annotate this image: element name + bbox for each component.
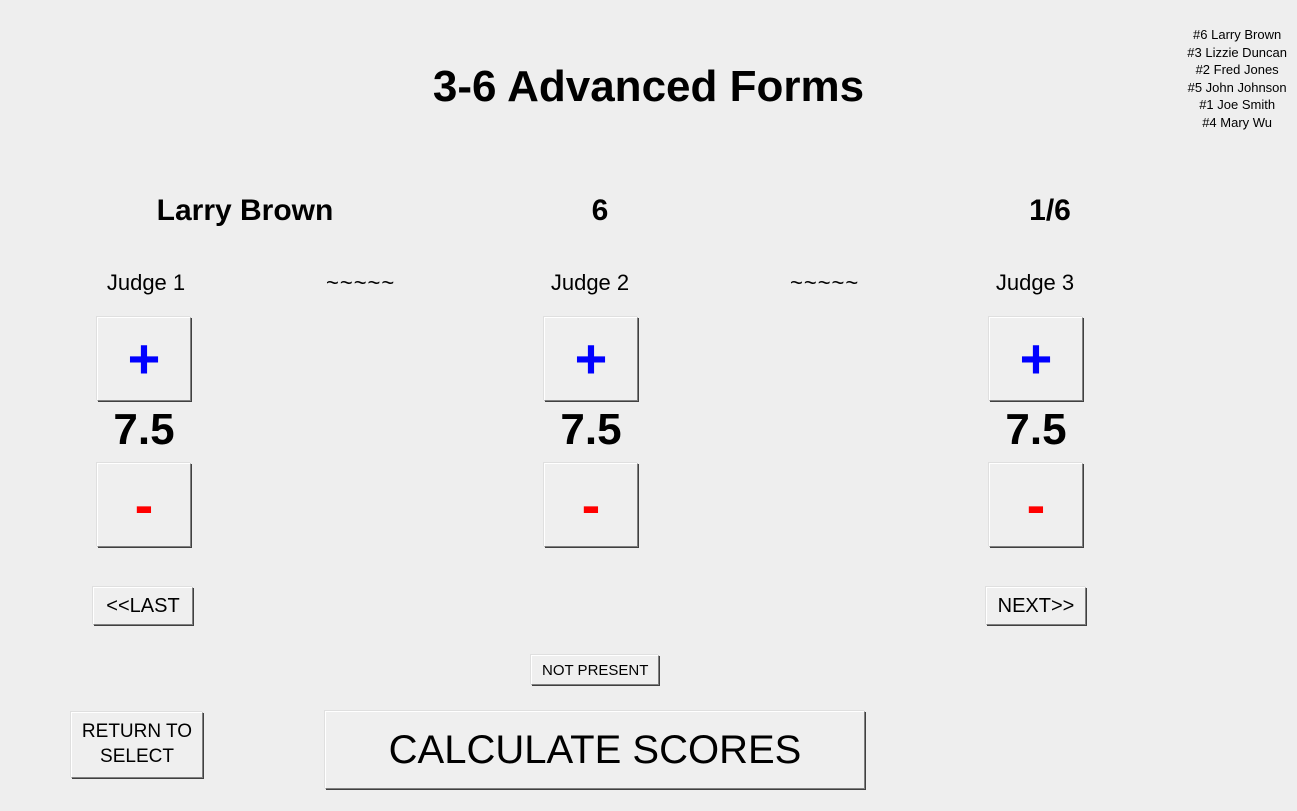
judge1-score: 7.5 [97, 401, 191, 463]
judge1-stepper: + 7.5 - [97, 317, 191, 547]
judge3-score: 7.5 [989, 401, 1083, 463]
not-present-button[interactable]: NOT PRESENT [531, 655, 659, 685]
last-button[interactable]: <<LAST [93, 587, 193, 625]
competitor-name: Larry Brown [90, 194, 400, 228]
roster-list: #6 Larry Brown #3 Lizzie Duncan #2 Fred … [1187, 26, 1287, 131]
judge2-stepper: + 7.5 - [544, 317, 638, 547]
competitor-position: 1/6 [970, 194, 1130, 228]
roster-item: #3 Lizzie Duncan [1187, 44, 1287, 62]
judge3-stepper: + 7.5 - [989, 317, 1083, 547]
calculate-scores-button[interactable]: CALCULATE SCORES [325, 711, 865, 789]
roster-item: #6 Larry Brown [1187, 26, 1287, 44]
next-button[interactable]: NEXT>> [986, 587, 1086, 625]
roster-item: #1 Joe Smith [1187, 96, 1287, 114]
competitor-number: 6 [540, 194, 660, 228]
judge3-minus-button[interactable]: - [989, 463, 1083, 547]
judge2-minus-button[interactable]: - [544, 463, 638, 547]
separator-tildes: ~~~~~ [790, 270, 859, 296]
judge3-label: Judge 3 [955, 270, 1115, 296]
roster-item: #5 John Johnson [1187, 79, 1287, 97]
judge2-plus-button[interactable]: + [544, 317, 638, 401]
judge2-label: Judge 2 [510, 270, 670, 296]
judge1-plus-button[interactable]: + [97, 317, 191, 401]
judge3-plus-button[interactable]: + [989, 317, 1083, 401]
roster-item: #4 Mary Wu [1187, 114, 1287, 132]
roster-item: #2 Fred Jones [1187, 61, 1287, 79]
separator-tildes: ~~~~~ [326, 270, 395, 296]
return-to-select-button[interactable]: RETURN TO SELECT [71, 712, 203, 778]
judge2-score: 7.5 [544, 401, 638, 463]
judge1-minus-button[interactable]: - [97, 463, 191, 547]
page-title: 3-6 Advanced Forms [0, 62, 1297, 112]
judge1-label: Judge 1 [66, 270, 226, 296]
